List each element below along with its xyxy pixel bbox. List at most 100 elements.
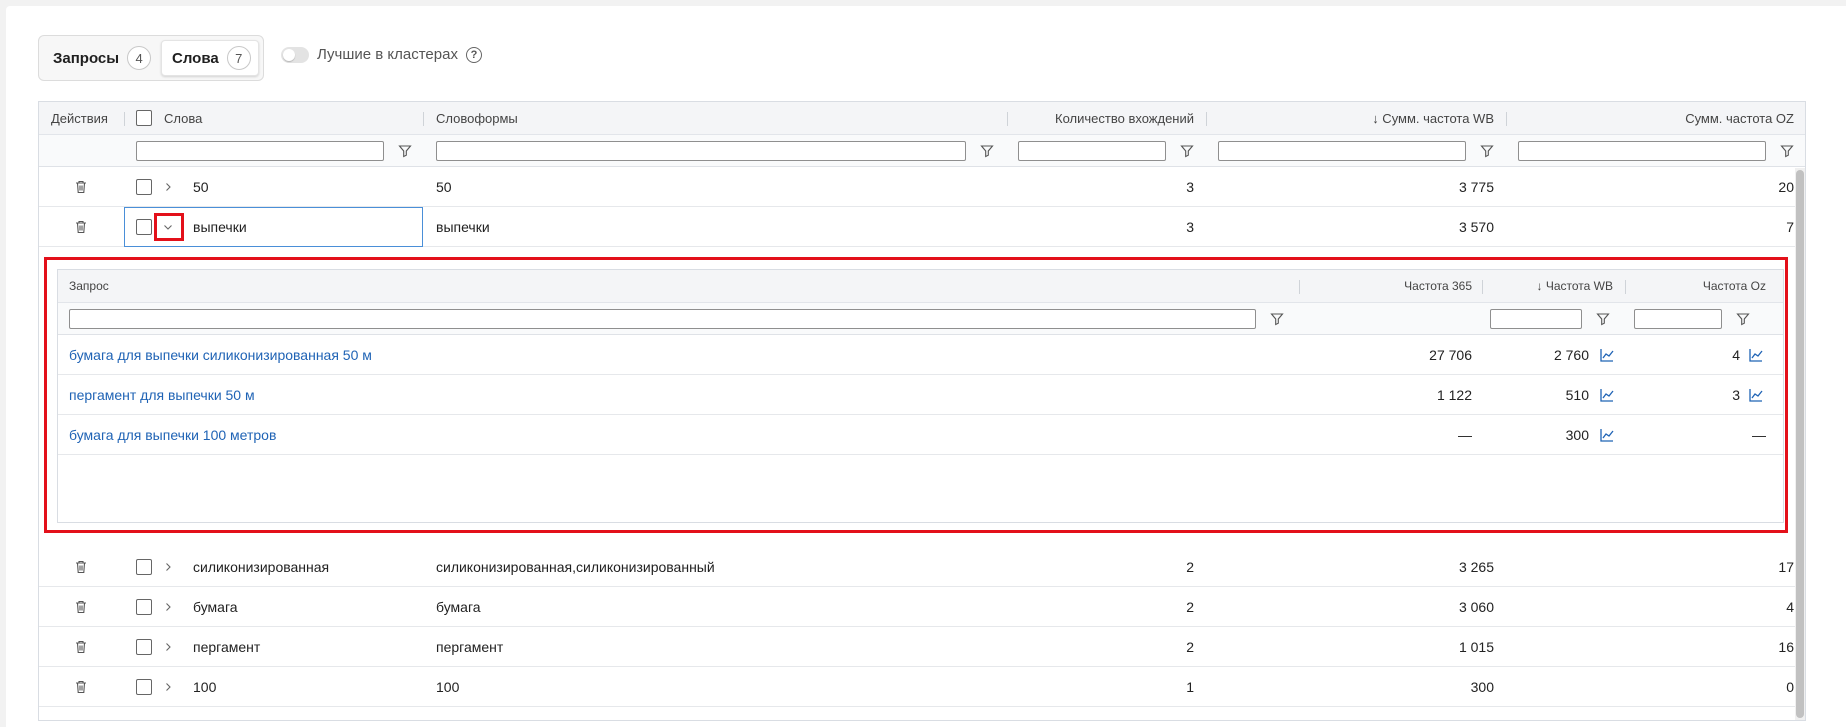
- best-in-clusters-toggle[interactable]: [281, 46, 309, 63]
- row-checkbox[interactable]: [136, 638, 152, 655]
- filter-query-input[interactable]: [69, 308, 1256, 329]
- col-words-label: Слова: [164, 110, 203, 126]
- oz-chart-icon[interactable]: [1748, 347, 1764, 363]
- filter-occurrences-input[interactable]: [1018, 140, 1166, 161]
- filter-foz-icon[interactable]: [1736, 312, 1750, 326]
- col-query-header[interactable]: Запрос: [69, 270, 109, 302]
- word-cell: силиконизированная: [193, 558, 330, 575]
- filter-sum-wb-input[interactable]: [1218, 140, 1466, 161]
- row-checkbox[interactable]: [136, 218, 152, 235]
- expand-chevron-icon[interactable]: [160, 179, 176, 195]
- nested-row[interactable]: бумага для выпечки силиконизированная 50…: [58, 335, 1783, 375]
- oz-chart-icon[interactable]: [1748, 387, 1764, 403]
- f365-cell: 27 706: [1429, 346, 1472, 363]
- col-query-label: Запрос: [69, 279, 109, 293]
- col-foz-label: Частота Oz: [1702, 279, 1766, 293]
- wb-chart-icon[interactable]: [1599, 427, 1615, 443]
- sum-wb-cell: 3 060: [1458, 598, 1494, 615]
- foz-cell: 3: [1732, 386, 1740, 403]
- expand-chevron-icon[interactable]: [160, 679, 176, 695]
- col-fwb-header[interactable]: ↓ Частота WB: [1488, 270, 1613, 302]
- query-link[interactable]: бумага для выпечки силиконизированная 50…: [69, 347, 372, 363]
- grid-scrollbar-thumb[interactable]: [1796, 170, 1804, 718]
- delete-icon[interactable]: [73, 639, 89, 655]
- col-sum-oz-header[interactable]: Сумм. частота OZ: [1509, 102, 1794, 134]
- nested-row[interactable]: бумага для выпечки 100 метров — 300 —: [58, 415, 1783, 455]
- filter-fwb-input[interactable]: [1490, 308, 1582, 329]
- delete-icon[interactable]: [73, 679, 89, 695]
- table-row[interactable]: силиконизированная силиконизированная,си…: [39, 547, 1805, 587]
- sum-oz-cell: 20: [1778, 178, 1794, 195]
- filter-sum-oz-input[interactable]: [1518, 140, 1766, 161]
- occurrences-cell: 2: [1186, 558, 1194, 575]
- row-checkbox[interactable]: [136, 558, 152, 575]
- table-row[interactable]: 100 100 1 300 0: [39, 667, 1805, 707]
- sum-wb-cell: 3 265: [1458, 558, 1494, 575]
- col-actions-header: Действия: [51, 102, 121, 134]
- col-f365-header[interactable]: Частота 365: [1308, 270, 1472, 302]
- filter-fwb-icon[interactable]: [1596, 312, 1610, 326]
- filter-query-icon[interactable]: [1270, 312, 1284, 326]
- col-wordforms-header[interactable]: Словоформы: [436, 102, 518, 134]
- delete-icon[interactable]: [73, 179, 89, 195]
- tab-queries-count: 4: [127, 46, 152, 70]
- sum-wb-cell: 3 775: [1458, 178, 1494, 195]
- word-cell: пергамент: [193, 638, 261, 655]
- occurrences-cell: 1: [1186, 678, 1194, 695]
- delete-icon[interactable]: [73, 559, 89, 575]
- wordforms-cell: силиконизированная,силиконизированный: [436, 558, 715, 575]
- query-link[interactable]: бумага для выпечки 100 метров: [69, 427, 276, 443]
- tab-queries[interactable]: Запросы 4: [43, 40, 161, 76]
- table-row-expanded[interactable]: выпечки выпечки 3 3 570 7: [39, 207, 1805, 247]
- f365-cell: 1 122: [1436, 386, 1472, 403]
- col-actions-label: Действия: [51, 110, 108, 126]
- grid-filter-row: [39, 135, 1805, 167]
- table-row[interactable]: пергамент пергамент 2 1 015 16: [39, 627, 1805, 667]
- table-row[interactable]: 50 50 3 3 775 20: [39, 167, 1805, 207]
- select-all-area: [136, 102, 152, 134]
- best-in-clusters-label: Лучшие в кластерах: [317, 46, 458, 63]
- highlight-chevron-box: [154, 213, 184, 241]
- expand-chevron-icon[interactable]: [160, 639, 176, 655]
- filter-words-input[interactable]: [136, 140, 384, 161]
- page-card: Запросы 4 Слова 7 Лучшие в кластерах ? Д…: [6, 6, 1846, 727]
- fwb-cell: 2 760: [1553, 346, 1589, 363]
- wb-chart-icon[interactable]: [1599, 347, 1615, 363]
- wordforms-cell: 50: [436, 178, 452, 195]
- col-wordforms-label: Словоформы: [436, 110, 518, 126]
- col-words-header[interactable]: Слова: [164, 102, 202, 134]
- grid-header: Действия Слова Словоформы Количество вхо…: [39, 102, 1805, 135]
- filter-wordforms-input[interactable]: [436, 140, 966, 161]
- nested-row[interactable]: пергамент для выпечки 50 м 1 122 510 3: [58, 375, 1783, 415]
- filter-sum-wb-icon[interactable]: [1480, 144, 1494, 158]
- filter-words-icon[interactable]: [398, 144, 412, 158]
- row-checkbox[interactable]: [136, 598, 152, 615]
- expand-chevron-icon[interactable]: [160, 559, 176, 575]
- row-checkbox[interactable]: [136, 178, 152, 195]
- tab-words[interactable]: Слова 7: [161, 40, 259, 76]
- delete-icon[interactable]: [73, 599, 89, 615]
- col-occurrences-label: Количество вхождений: [1055, 110, 1194, 126]
- filter-foz-input[interactable]: [1634, 308, 1722, 329]
- wordforms-cell: 100: [436, 678, 460, 695]
- col-foz-header[interactable]: Частота Oz: [1628, 270, 1766, 302]
- filter-sum-oz-icon[interactable]: [1780, 144, 1794, 158]
- table-row[interactable]: бумага бумага 2 3 060 4: [39, 587, 1805, 627]
- filter-occurrences-icon[interactable]: [1180, 144, 1194, 158]
- wordforms-cell: бумага: [436, 598, 481, 615]
- col-sum-wb-header[interactable]: ↓ Сумм. частота WB: [1209, 102, 1494, 134]
- help-icon[interactable]: ?: [465, 46, 482, 63]
- grid-scrollbar[interactable]: [1795, 168, 1805, 720]
- expand-chevron-icon[interactable]: [160, 599, 176, 615]
- col-occurrences-header[interactable]: Количество вхождений: [1009, 102, 1194, 134]
- filter-wordforms-icon[interactable]: [980, 144, 994, 158]
- row-checkbox[interactable]: [136, 678, 152, 695]
- wb-chart-icon[interactable]: [1599, 387, 1615, 403]
- delete-icon[interactable]: [73, 219, 89, 235]
- col-fwb-label: ↓ Частота WB: [1536, 279, 1613, 293]
- query-link[interactable]: пергамент для выпечки 50 м: [69, 387, 255, 403]
- nested-queries-table: Запрос Частота 365 ↓ Частота WB Частота …: [57, 269, 1784, 523]
- sum-wb-cell: 3 570: [1458, 218, 1494, 235]
- select-all-checkbox[interactable]: [136, 110, 152, 126]
- col-f365-label: Частота 365: [1404, 279, 1472, 293]
